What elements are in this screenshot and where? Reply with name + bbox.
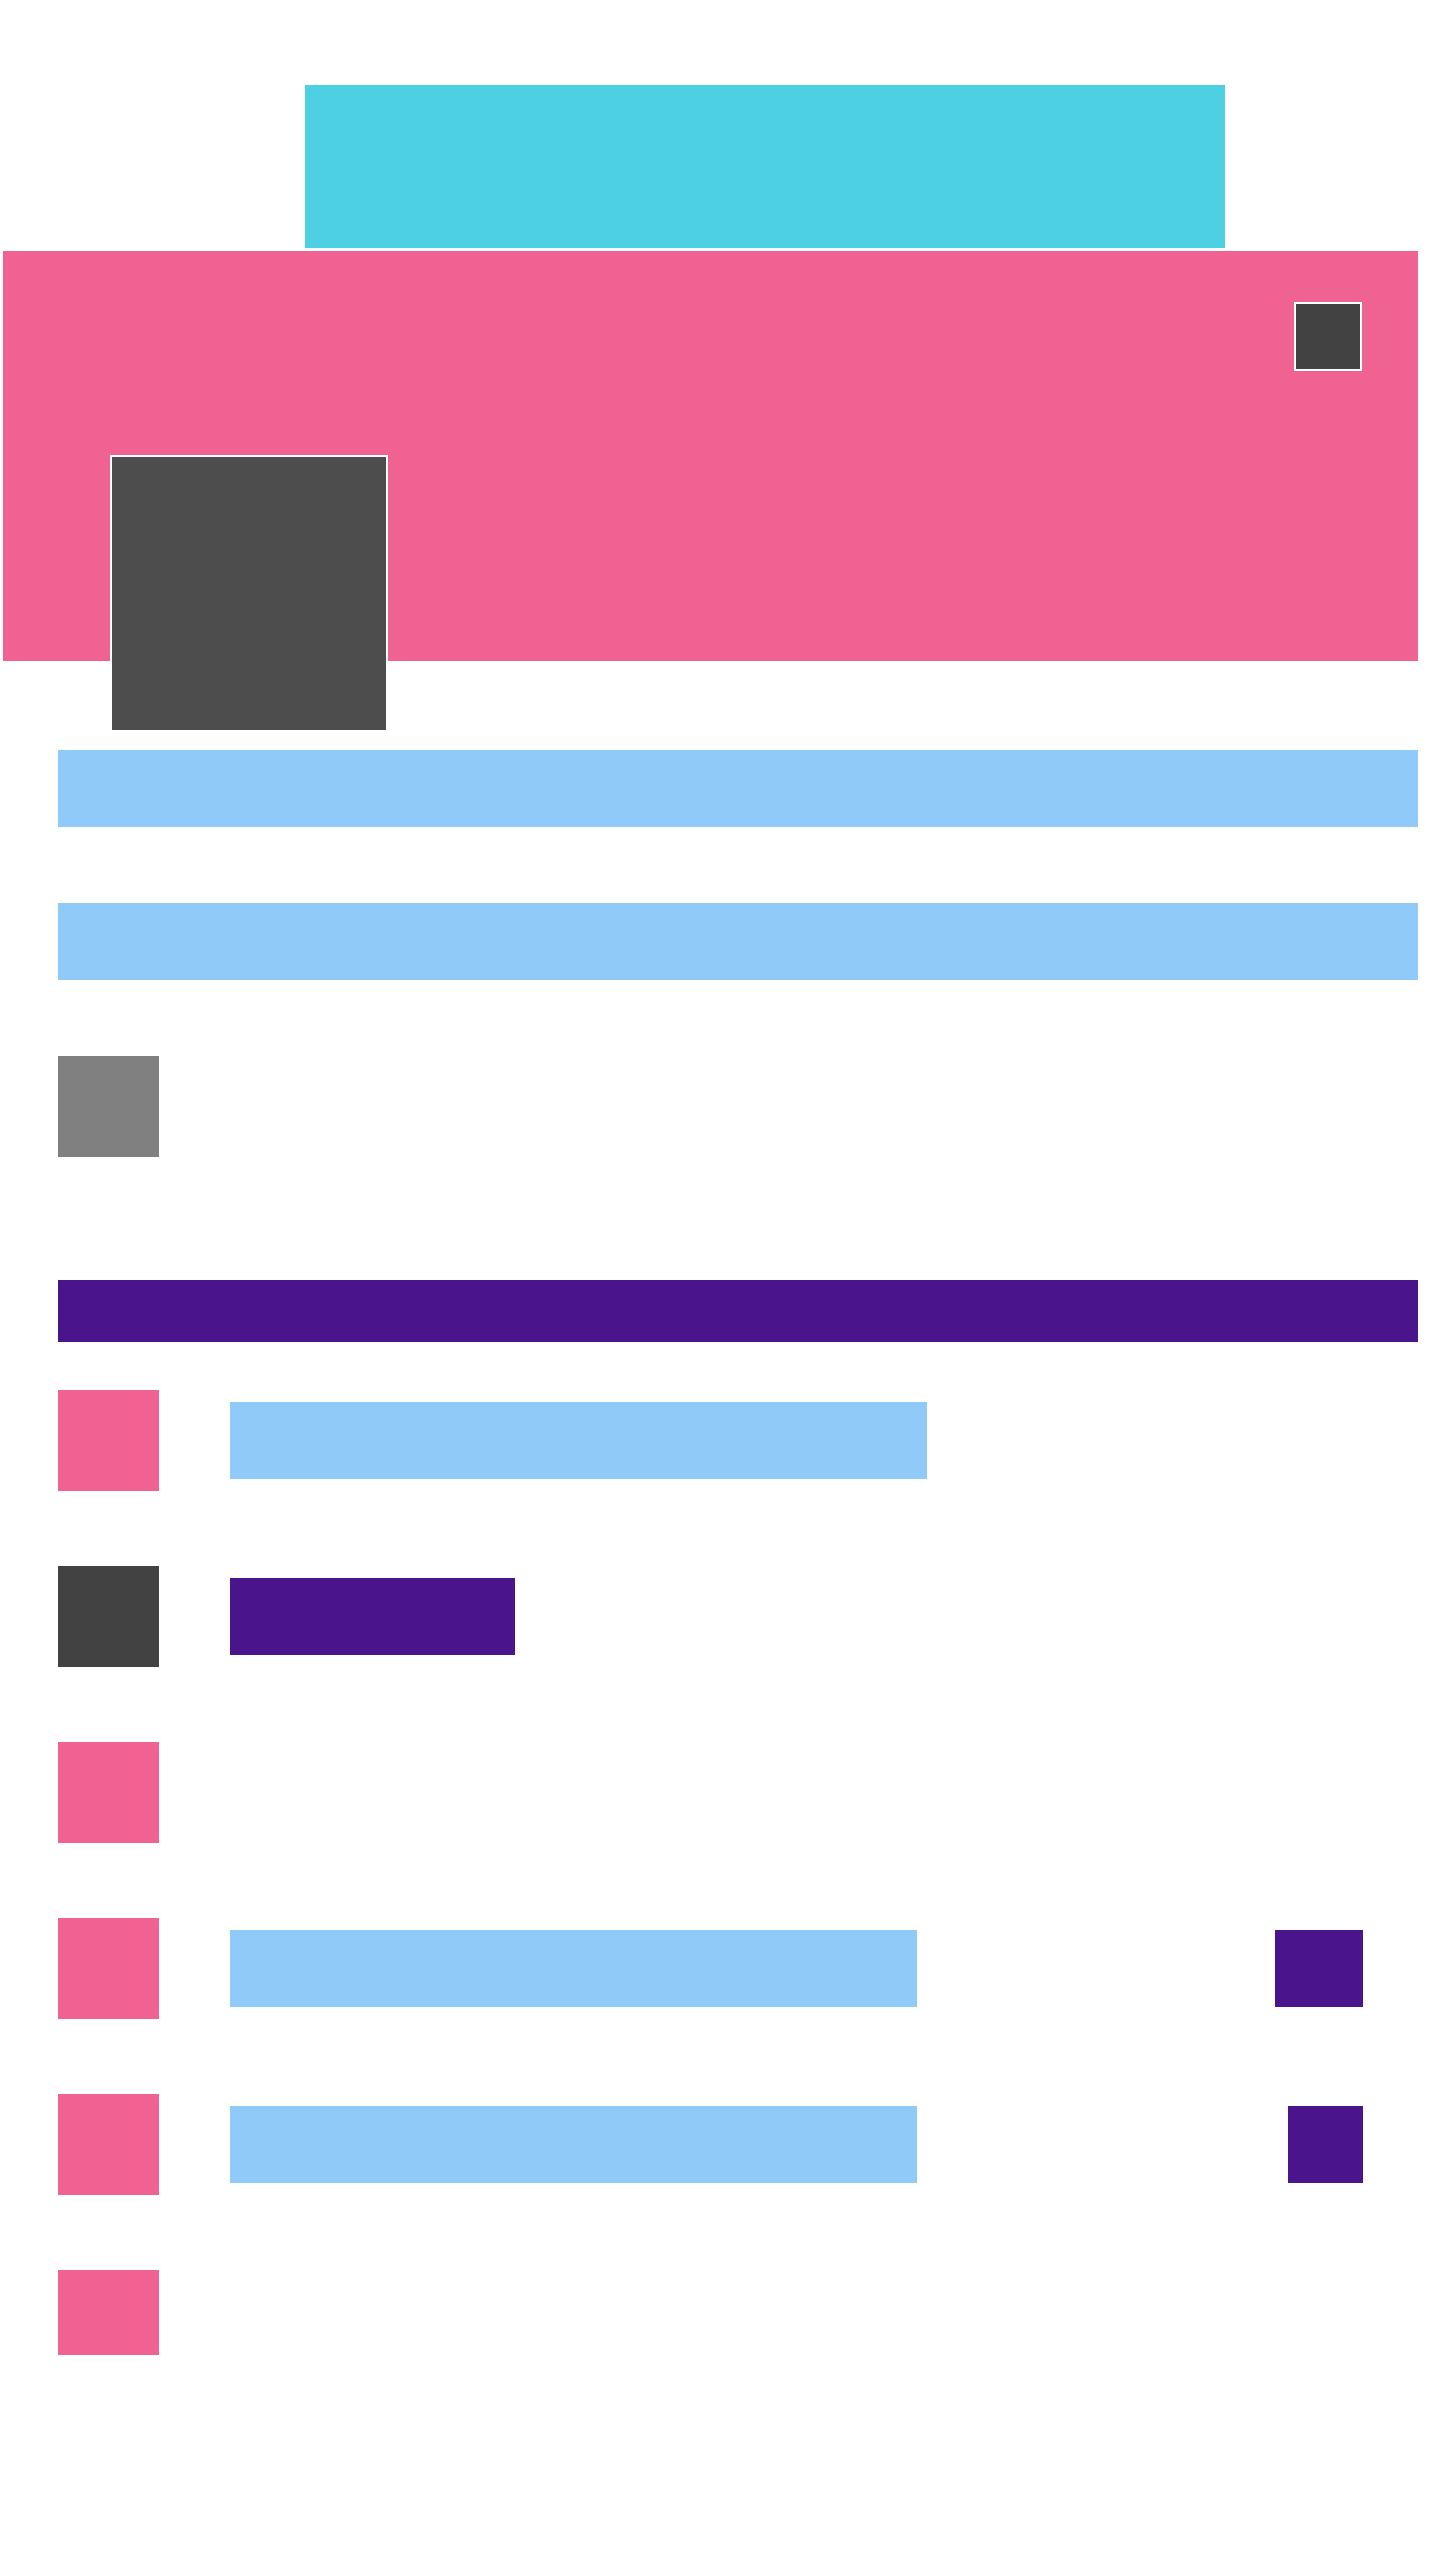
list-item-text[interactable] [230,2106,917,2183]
list-item-action-button[interactable] [1275,1930,1363,2007]
profile-screen [0,0,1440,2560]
profile-subtitle-field [58,903,1418,980]
list-item-icon[interactable] [58,1742,159,1843]
image-icon[interactable] [58,1056,159,1157]
profile-name-field [58,750,1418,827]
list-item-text[interactable] [230,1930,917,2007]
list-item-icon[interactable] [58,2270,159,2355]
list-item-icon[interactable] [58,2094,159,2195]
list-item-icon[interactable] [58,1390,159,1491]
list-item-icon[interactable] [58,1566,159,1667]
section-header [58,1280,1418,1342]
list-item-action-button[interactable] [1288,2106,1363,2183]
list-item-text[interactable] [230,1402,927,1479]
avatar[interactable] [110,455,388,732]
more-icon[interactable] [1294,302,1362,371]
top-banner [305,85,1225,248]
list-item-label[interactable] [230,1578,515,1655]
list-item-icon[interactable] [58,1918,159,2019]
